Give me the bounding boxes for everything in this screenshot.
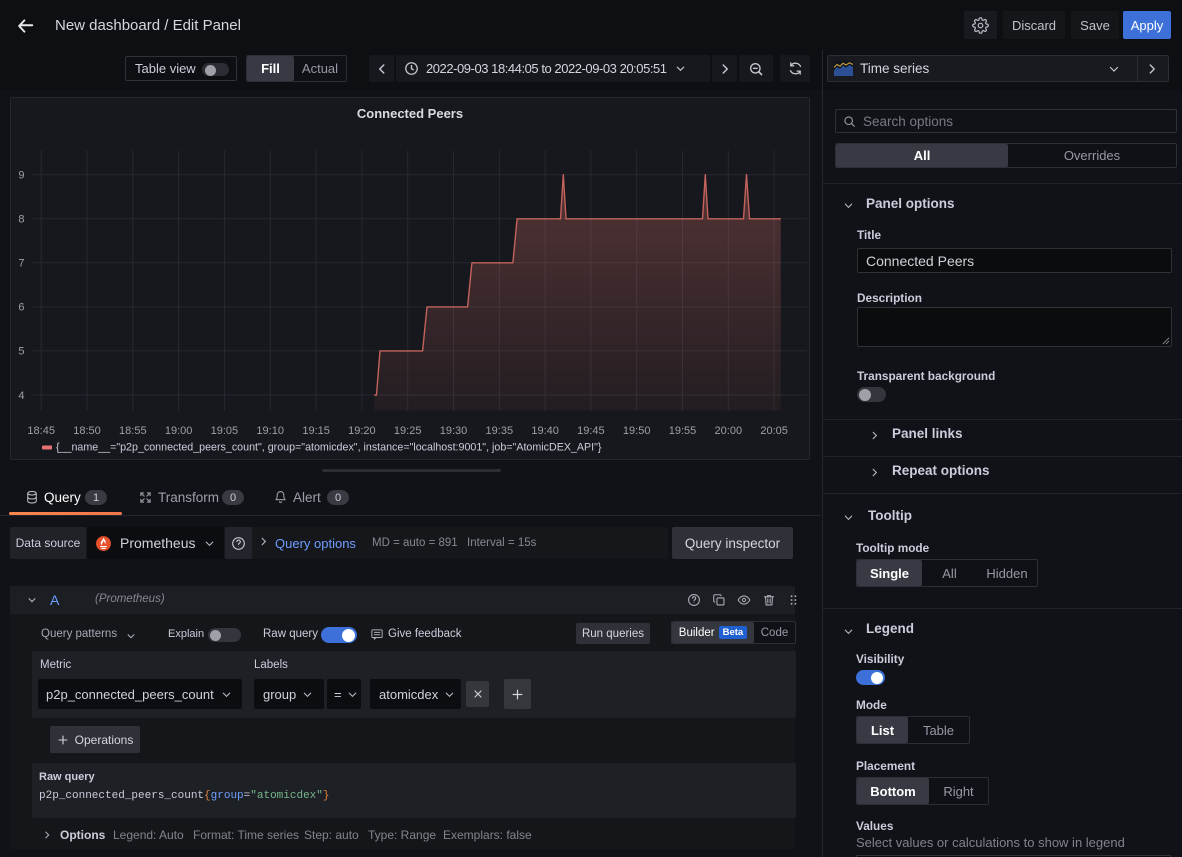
svg-text:18:55: 18:55 xyxy=(119,425,147,437)
svg-text:20:00: 20:00 xyxy=(715,425,743,437)
svg-text:{__name__="p2p_connected_peers: {__name__="p2p_connected_peers_count", g… xyxy=(56,442,602,454)
svg-text:5: 5 xyxy=(18,346,24,358)
svg-text:20:05: 20:05 xyxy=(760,425,788,437)
svg-text:8: 8 xyxy=(18,214,24,226)
svg-text:19:25: 19:25 xyxy=(394,425,422,437)
svg-text:19:35: 19:35 xyxy=(486,425,514,437)
svg-text:18:50: 18:50 xyxy=(73,425,101,437)
svg-text:19:50: 19:50 xyxy=(623,425,651,437)
svg-text:19:00: 19:00 xyxy=(165,425,193,437)
svg-text:9: 9 xyxy=(18,170,24,182)
svg-text:19:55: 19:55 xyxy=(669,425,697,437)
svg-text:19:15: 19:15 xyxy=(302,425,330,437)
svg-text:19:20: 19:20 xyxy=(348,425,376,437)
svg-text:19:05: 19:05 xyxy=(211,425,239,437)
svg-text:18:45: 18:45 xyxy=(27,425,55,437)
svg-text:7: 7 xyxy=(18,258,24,270)
svg-text:6: 6 xyxy=(18,302,24,314)
svg-text:19:45: 19:45 xyxy=(577,425,605,437)
svg-text:19:10: 19:10 xyxy=(256,425,284,437)
svg-text:4: 4 xyxy=(18,390,24,402)
svg-text:19:30: 19:30 xyxy=(440,425,468,437)
svg-text:19:40: 19:40 xyxy=(531,425,559,437)
